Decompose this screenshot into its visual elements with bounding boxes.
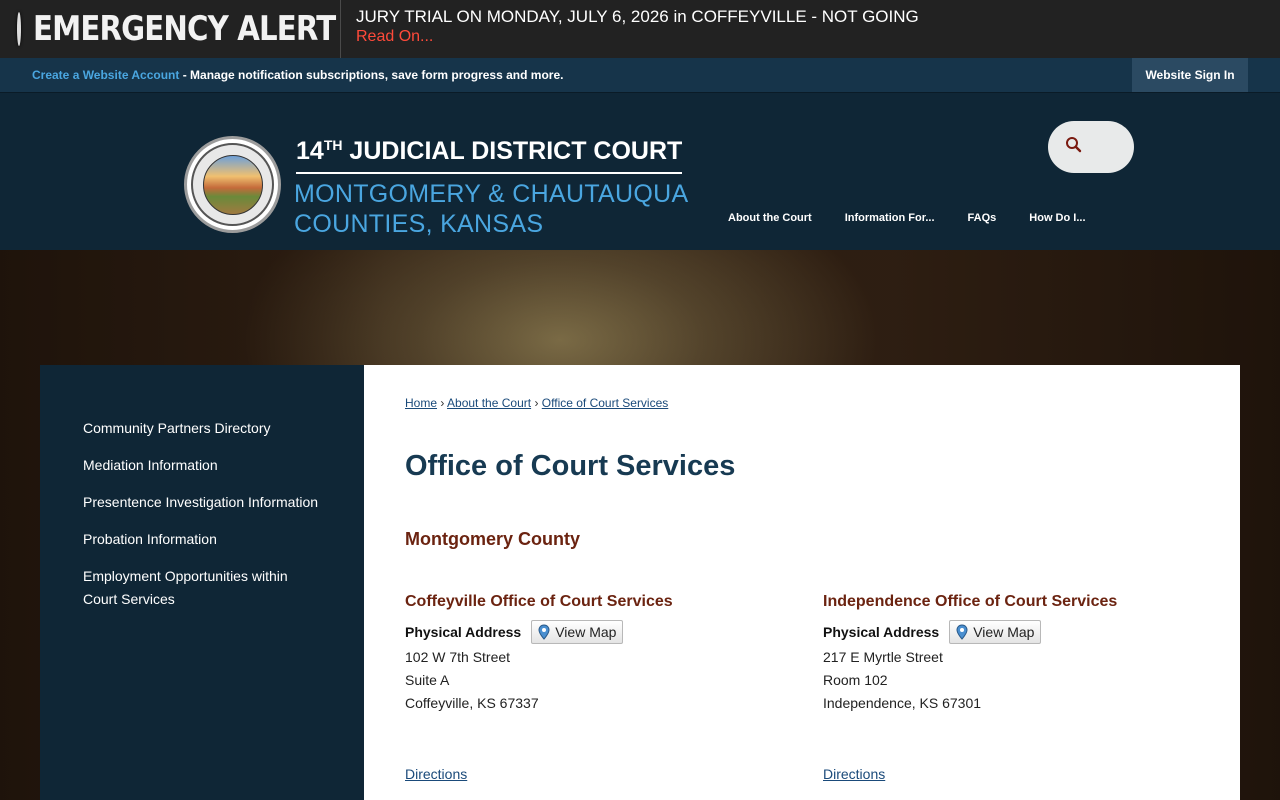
sidebar-item-probation[interactable]: Probation Information	[40, 528, 364, 551]
address-line: Suite A	[405, 672, 450, 688]
emergency-alert-message: JURY TRIAL ON MONDAY, JULY 6, 2026 in CO…	[341, 0, 919, 58]
breadcrumb-office-of-court-services[interactable]: Office of Court Services	[542, 396, 669, 410]
breadcrumb: Home › About the Court › Office of Court…	[405, 396, 668, 410]
main-nav: About the Court Information For... FAQs …	[728, 212, 1119, 224]
alert-read-on-link[interactable]: Read On...	[356, 26, 919, 48]
sidebar-item-presentence-investigation[interactable]: Presentence Investigation Information	[40, 491, 364, 514]
address-row: Physical Address View Map	[405, 620, 785, 644]
kansas-seal-logo[interactable]	[184, 136, 281, 233]
address-line: 217 E Myrtle Street	[823, 649, 943, 665]
page-title: Office of Court Services	[405, 450, 736, 482]
seal-landscape	[202, 154, 263, 215]
main-content: Home › About the Court › Office of Court…	[364, 365, 1240, 800]
sign-in-button[interactable]: Website Sign In	[1132, 58, 1248, 92]
nav-information-for[interactable]: Information For...	[845, 212, 935, 224]
map-pin-icon	[538, 624, 550, 640]
site-subtitle[interactable]: MONTGOMERY & CHAUTAUQUA COUNTIES, KANSAS	[294, 179, 688, 239]
address-lines: 102 W 7th Street Suite A Coffeyville, KS…	[405, 646, 785, 715]
address-line: Coffeyville, KS 67337	[405, 695, 539, 711]
site-header: 14TH JUDICIAL DISTRICT COURT MONTGOMERY …	[0, 92, 1280, 250]
address-line: 102 W 7th Street	[405, 649, 511, 665]
subtitle-line-2: COUNTIES, KANSAS	[294, 210, 544, 238]
view-map-label: View Map	[555, 624, 617, 640]
breadcrumb-home[interactable]: Home	[405, 396, 437, 410]
title-number: 14	[296, 137, 324, 165]
physical-address-label: Physical Address	[405, 624, 522, 640]
nav-about-the-court[interactable]: About the Court	[728, 212, 812, 224]
office-title: Independence Office of Court Services	[823, 593, 1118, 610]
title-suffix: TH	[323, 137, 343, 153]
physical-address-label: Physical Address	[823, 624, 940, 640]
sidebar-item-community-partners[interactable]: Community Partners Directory	[40, 417, 364, 440]
emergency-alert-badge: EMERGENCY ALERT	[0, 0, 341, 58]
nav-faqs[interactable]: FAQs	[968, 212, 997, 224]
directions-link[interactable]: Directions	[823, 766, 885, 782]
emergency-alert-label: EMERGENCY ALERT	[33, 9, 336, 49]
breadcrumb-separator: ›	[534, 396, 539, 410]
account-description: - Manage notification subscriptions, sav…	[179, 68, 564, 82]
directions-link[interactable]: Directions	[405, 766, 467, 782]
view-map-button[interactable]: View Map	[531, 620, 624, 644]
office-title: Coffeyville Office of Court Services	[405, 593, 673, 610]
sidebar-nav: Community Partners Directory Mediation I…	[40, 365, 364, 800]
office-card: Coffeyville Office of Court Services Phy…	[405, 593, 785, 715]
account-message: Create a Website Account - Manage notifi…	[32, 68, 563, 82]
seal-ring	[191, 143, 274, 226]
address-line: Room 102	[823, 672, 888, 688]
view-map-button[interactable]: View Map	[949, 620, 1042, 644]
subtitle-line-1: MONTGOMERY & CHAUTAUQUA	[294, 180, 689, 208]
breadcrumb-separator: ›	[440, 396, 445, 410]
address-row: Physical Address View Map	[823, 620, 1203, 644]
office-card: Independence Office of Court Services Ph…	[823, 593, 1203, 715]
title-divider	[296, 172, 682, 174]
search-input[interactable]	[1048, 121, 1134, 173]
address-line: Independence, KS 67301	[823, 695, 982, 711]
map-pin-icon	[956, 624, 968, 640]
sidebar-item-mediation[interactable]: Mediation Information	[40, 454, 364, 477]
view-map-label: View Map	[973, 624, 1035, 640]
sidebar-item-employment[interactable]: Employment Opportunities within Court Se…	[40, 565, 364, 611]
title-rest: JUDICIAL DISTRICT COURT	[342, 137, 683, 165]
address-lines: 217 E Myrtle Street Room 102 Independenc…	[823, 646, 1203, 715]
county-heading: Montgomery County	[405, 529, 580, 549]
create-account-link[interactable]: Create a Website Account	[32, 68, 179, 82]
emergency-alert-bar: EMERGENCY ALERT JURY TRIAL ON MONDAY, JU…	[0, 0, 1280, 58]
alert-light-icon	[17, 12, 21, 46]
account-bar: Create a Website Account - Manage notifi…	[0, 58, 1280, 92]
alert-title[interactable]: JURY TRIAL ON MONDAY, JULY 6, 2026 in CO…	[356, 7, 919, 26]
search-icon[interactable]	[1064, 135, 1084, 155]
nav-how-do-i[interactable]: How Do I...	[1029, 212, 1085, 224]
breadcrumb-about-the-court[interactable]: About the Court	[447, 396, 531, 410]
site-title[interactable]: 14TH JUDICIAL DISTRICT COURT	[296, 137, 682, 166]
